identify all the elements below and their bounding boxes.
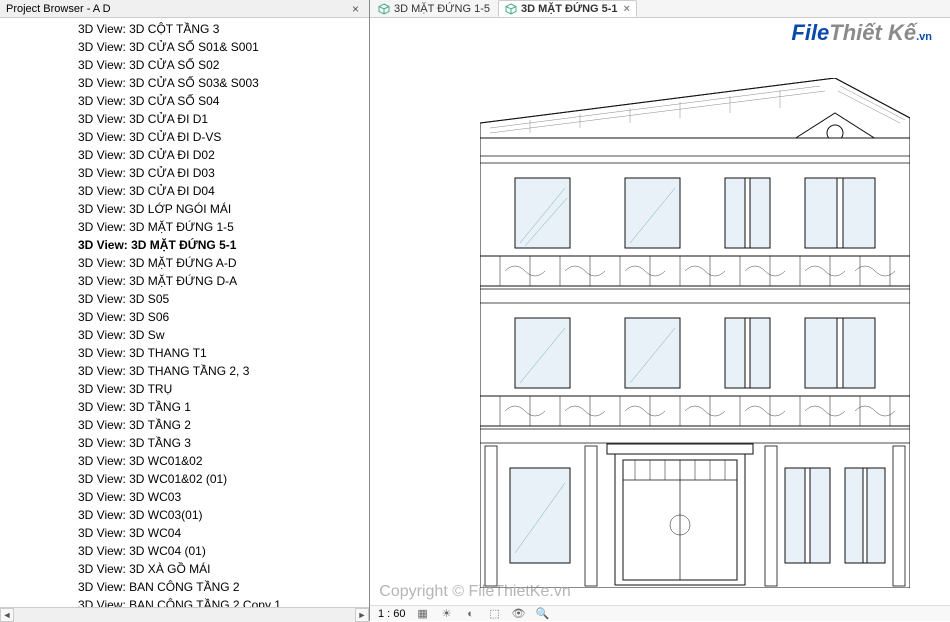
tree-item[interactable]: 3D View: 3D MẶT ĐỨNG D-A: [0, 272, 369, 290]
logo-text-2: Thiết Kế: [829, 20, 916, 45]
tree-item[interactable]: 3D View: 3D CỬA SỐ S02: [0, 56, 369, 74]
tree-item[interactable]: 3D View: 3D LỚP NGÓI MÁI: [0, 200, 369, 218]
tree-item[interactable]: 3D View: 3D THANG T1: [0, 344, 369, 362]
tree-item[interactable]: 3D View: 3D TRỤ: [0, 380, 369, 398]
view-control-bar: 1 : 60 ▦ ☀ ◐ ⬚ 👁 🔍: [370, 605, 950, 621]
close-icon[interactable]: ×: [348, 2, 363, 16]
shadows-icon[interactable]: ◐: [464, 607, 478, 621]
watermark-logo: FileThiết Kế.vn: [791, 20, 932, 46]
tree-item[interactable]: 3D View: 3D Sw: [0, 326, 369, 344]
sun-path-icon[interactable]: ☀: [440, 607, 454, 621]
tab-close-icon[interactable]: ×: [622, 3, 630, 15]
scroll-left-icon[interactable]: ◄: [0, 608, 14, 622]
tree-item[interactable]: 3D View: 3D WC04: [0, 524, 369, 542]
main-area: 3D MẶT ĐỨNG 1-5 3D MẶT ĐỨNG 5-1 ×: [370, 0, 950, 621]
tree-item[interactable]: 3D View: 3D S06: [0, 308, 369, 326]
tree-item[interactable]: 3D View: 3D CỬA ĐI D03: [0, 164, 369, 182]
tree-item[interactable]: 3D View: 3D MẶT ĐỨNG A-D: [0, 254, 369, 272]
project-browser-panel: Project Browser - A D × 3D View: 3D CỘT …: [0, 0, 370, 621]
tree-item[interactable]: 3D View: 3D WC03(01): [0, 506, 369, 524]
sidebar-header: Project Browser - A D ×: [0, 0, 369, 18]
tree-item[interactable]: 3D View: 3D CỬA SỐ S03& S003: [0, 74, 369, 92]
tree-item[interactable]: 3D View: 3D WC01&02: [0, 452, 369, 470]
tree-item[interactable]: 3D View: 3D CỬA ĐI D1: [0, 110, 369, 128]
tab-label: 3D MẶT ĐỨNG 1-5: [394, 3, 490, 15]
tree-item[interactable]: 3D View: 3D CỬA SỐ S04: [0, 92, 369, 110]
viewport[interactable]: FileThiết Kế.vn 1 : 60 ▦ ☀ ◐ ⬚ 👁 🔍: [370, 18, 950, 621]
tree-item[interactable]: 3D View: 3D XÀ GỒ MÁI: [0, 560, 369, 578]
cube-icon: [505, 3, 517, 15]
project-tree[interactable]: 3D View: 3D CỘT TẦNG 33D View: 3D CỬA SỐ…: [0, 18, 369, 607]
tree-item[interactable]: 3D View: 3D MẶT ĐỨNG 1-5: [0, 218, 369, 236]
tree-item[interactable]: 3D View: 3D CỬA SỐ S01& S001: [0, 38, 369, 56]
sidebar-title: Project Browser - A D: [6, 3, 111, 15]
tree-item[interactable]: 3D View: 3D WC04 (01): [0, 542, 369, 560]
tree-item[interactable]: 3D View: 3D WC03: [0, 488, 369, 506]
tree-item[interactable]: 3D View: 3D TẦNG 3: [0, 434, 369, 452]
reveal-icon[interactable]: 🔍: [536, 607, 550, 621]
show-hidden-icon[interactable]: 👁: [512, 607, 526, 621]
tree-item[interactable]: 3D View: BAN CÔNG TẦNG 2 Copy 1: [0, 596, 369, 607]
tree-item[interactable]: 3D View: 3D THANG TẦNG 2, 3: [0, 362, 369, 380]
scroll-right-icon[interactable]: ►: [355, 608, 369, 622]
horizontal-scrollbar[interactable]: ◄ ►: [0, 607, 369, 621]
tree-item[interactable]: 3D View: 3D TẦNG 2: [0, 416, 369, 434]
tree-item[interactable]: 3D View: 3D TẦNG 1: [0, 398, 369, 416]
scale-label[interactable]: 1 : 60: [378, 608, 406, 620]
view-tab[interactable]: 3D MẶT ĐỨNG 1-5: [372, 0, 496, 17]
graphic-display-icon[interactable]: ▦: [416, 607, 430, 621]
view-tab[interactable]: 3D MẶT ĐỨNG 5-1 ×: [498, 0, 637, 17]
tree-item[interactable]: 3D View: 3D CỬA ĐI D04: [0, 182, 369, 200]
view-tabs: 3D MẶT ĐỨNG 1-5 3D MẶT ĐỨNG 5-1 ×: [370, 0, 950, 18]
building-elevation: [480, 78, 910, 588]
crop-icon[interactable]: ⬚: [488, 607, 502, 621]
tree-item[interactable]: 3D View: 3D WC01&02 (01): [0, 470, 369, 488]
cube-icon: [378, 3, 390, 15]
tree-item[interactable]: 3D View: 3D S05: [0, 290, 369, 308]
logo-ext: .vn: [916, 31, 932, 43]
main-entrance: [607, 444, 753, 585]
tab-label: 3D MẶT ĐỨNG 5-1: [521, 3, 618, 15]
tree-item[interactable]: 3D View: 3D CỘT TẦNG 3: [0, 20, 369, 38]
tree-item[interactable]: 3D View: BAN CÔNG TẦNG 2: [0, 578, 369, 596]
tree-item[interactable]: 3D View: 3D MẶT ĐỨNG 5-1: [0, 236, 369, 254]
tree-item[interactable]: 3D View: 3D CỬA ĐI D02: [0, 146, 369, 164]
tree-item[interactable]: 3D View: 3D CỬA ĐI D-VS: [0, 128, 369, 146]
logo-text-1: File: [791, 20, 829, 45]
scroll-track[interactable]: [14, 608, 355, 622]
